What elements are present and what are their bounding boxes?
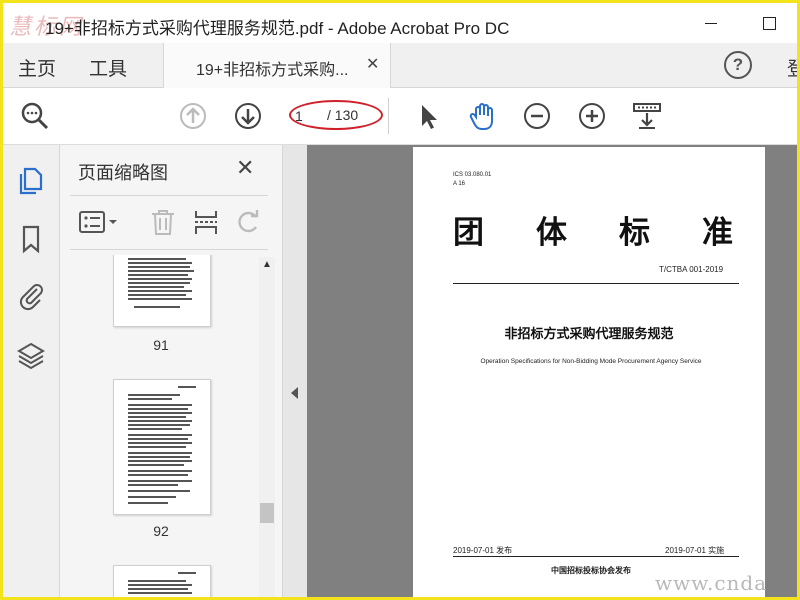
collapse-arrow-icon — [291, 387, 298, 399]
panel-divider — [70, 195, 268, 196]
page-thumbnails-icon[interactable] — [15, 165, 47, 197]
document-area: ICS 03.080.01 A 16 团 体 标 准 T/CTBA 001-20… — [283, 145, 797, 597]
heading-char: 标 — [619, 215, 650, 251]
tab-bar: 主页 工具 19+非招标方式采购... ✕ ? 登 — [3, 43, 797, 88]
minimize-icon — [705, 22, 717, 24]
bookmark-icon[interactable] — [15, 223, 47, 255]
hand-tool-icon[interactable] — [467, 100, 499, 132]
heading-char: 体 — [536, 215, 567, 251]
document-tab-label: 19+非招标方式采购... — [196, 62, 349, 79]
standard-english-name: Operation Specifications for Non-Bidding… — [480, 358, 702, 365]
search-icon[interactable] — [19, 100, 51, 132]
heading-char: 团 — [453, 215, 484, 251]
close-tab-icon[interactable]: ✕ — [366, 54, 379, 74]
ics-code: ICS 03.080.01 A 16 — [453, 171, 491, 189]
maximize-button[interactable] — [749, 9, 789, 37]
sign-in-link[interactable]: 登 — [787, 54, 797, 81]
thumbnail-page-92[interactable] — [113, 379, 211, 515]
rotate-page-icon[interactable] — [234, 207, 264, 237]
document-heading: 团 体 标 准 — [453, 207, 733, 252]
window-title: 19+非招标方式采购代理服务规范.pdf - Adobe Acrobat Pro… — [45, 19, 510, 38]
zoom-in-icon[interactable] — [576, 100, 608, 132]
ccs-number: A 16 — [453, 181, 466, 187]
minimize-button[interactable] — [691, 9, 731, 37]
zoom-out-icon[interactable] — [521, 100, 553, 132]
tab-tools[interactable]: 工具 — [89, 54, 127, 81]
title-bar: 慧 标 网 19+非招标方式采购代理服务规范.pdf - Adobe Acrob… — [3, 3, 797, 43]
scroll-up-icon[interactable]: ▲ — [259, 257, 275, 273]
scrolling-mode-icon[interactable] — [631, 100, 663, 132]
footer-rule — [453, 556, 739, 557]
watermark-url: www.cnda — [655, 571, 768, 595]
left-rail — [3, 145, 60, 597]
insert-page-icon[interactable] — [191, 207, 221, 237]
annotation-ellipse — [289, 100, 383, 130]
previous-page-icon[interactable] — [177, 100, 209, 132]
next-page-icon[interactable] — [232, 100, 264, 132]
layers-icon[interactable] — [15, 339, 47, 371]
help-icon[interactable]: ? — [724, 51, 752, 79]
toolbar: / 130 — [3, 88, 797, 145]
release-date: 2019-07-01 发布 — [453, 546, 513, 555]
thumbnail-page-number: 91 — [153, 337, 169, 353]
thumbnail-list: 91 92 — [60, 255, 260, 597]
document-tab[interactable]: 19+非招标方式采购... ✕ — [163, 43, 391, 88]
delete-page-icon[interactable] — [148, 207, 178, 237]
document-viewport[interactable]: ICS 03.080.01 A 16 团 体 标 准 T/CTBA 001-20… — [307, 145, 797, 597]
panel-divider-2 — [70, 249, 268, 250]
thumbnail-page-91[interactable] — [113, 255, 211, 327]
options-menu-icon[interactable] — [78, 207, 122, 237]
thumbnail-scrollbar[interactable]: ▲ — [259, 257, 275, 597]
maximize-icon — [762, 16, 776, 30]
toolbar-divider — [388, 98, 389, 134]
tab-home[interactable]: 主页 — [18, 54, 56, 81]
select-cursor-icon[interactable] — [413, 100, 445, 132]
ics-number: ICS 03.080.01 — [453, 172, 492, 178]
collapse-panel-handle[interactable] — [283, 145, 307, 597]
implement-date: 2019-07-01 实施 — [665, 546, 725, 555]
heading-char: 准 — [702, 215, 733, 251]
standard-code: T/CTBA 001-2019 — [659, 265, 724, 274]
thumbnail-page-number: 92 — [153, 523, 169, 539]
standard-name: 非招标方式采购代理服务规范 — [504, 326, 674, 341]
pdf-page: ICS 03.080.01 A 16 团 体 标 准 T/CTBA 001-20… — [413, 147, 765, 597]
header-rule — [453, 283, 739, 284]
close-panel-icon[interactable]: ✕ — [236, 155, 254, 181]
attachment-icon[interactable] — [15, 279, 47, 311]
panel-title: 页面缩略图 — [78, 163, 168, 183]
thumbnail-page-93[interactable] — [113, 565, 211, 597]
thumbnail-panel: 页面缩略图 ✕ 91 92 ▲ — [60, 145, 283, 597]
app-window: 慧 标 网 19+非招标方式采购代理服务规范.pdf - Adobe Acrob… — [0, 0, 800, 600]
scrollbar-thumb[interactable] — [260, 503, 274, 523]
